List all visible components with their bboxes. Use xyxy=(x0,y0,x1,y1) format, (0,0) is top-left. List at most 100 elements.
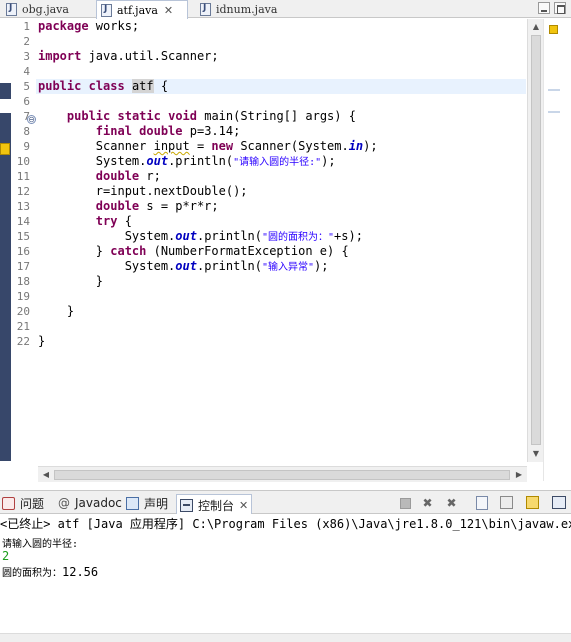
code-token: } xyxy=(66,304,75,318)
remove-launch-icon[interactable]: ✖ xyxy=(420,496,435,511)
code-token: .println( xyxy=(196,229,262,243)
code-token: double xyxy=(95,169,140,183)
code-line-18: } xyxy=(38,274,526,289)
code-token: System. xyxy=(124,229,176,243)
code-token: out xyxy=(175,229,197,243)
code-token: } xyxy=(95,274,104,288)
code-token: Scanner(System. xyxy=(233,139,349,153)
change-marker xyxy=(0,113,11,461)
scroll-lock-icon[interactable] xyxy=(500,496,513,509)
clear-console-icon[interactable] xyxy=(476,496,488,510)
code-editor[interactable]: 1 2 3 4 5 6 7 8 9 10 11 12 13 14 15 16 1… xyxy=(0,19,571,482)
overview-marker[interactable] xyxy=(548,111,560,113)
tab-problems[interactable]: 问题 xyxy=(2,494,44,512)
console-process-label: <已终止> atf [Java 应用程序] C:\Program Files (… xyxy=(0,517,571,531)
tab-label: 问题 xyxy=(20,496,45,511)
console-horizontal-scrollbar[interactable] xyxy=(0,633,571,642)
code-token: public xyxy=(66,109,111,123)
tab-label: 控制台 xyxy=(198,498,235,513)
code-line-3: import java.util.Scanner; xyxy=(38,49,526,64)
editor-horizontal-scrollbar[interactable]: ◀ ▶ xyxy=(38,466,527,482)
code-line-16: } catch (NumberFormatException e) { xyxy=(38,244,526,259)
warning-marker-icon[interactable] xyxy=(549,25,558,34)
code-token: in xyxy=(348,139,364,153)
code-token: public xyxy=(38,79,82,93)
tab-declaration[interactable]: 声明 xyxy=(126,494,168,512)
tab-atf-java[interactable]: atf.java ✕ xyxy=(96,0,188,19)
tab-console[interactable]: 控制台 ✕ xyxy=(176,494,253,515)
code-line-13: double s = p*r*r; xyxy=(38,199,526,214)
fold-toggle-icon[interactable]: ⊖ xyxy=(27,115,36,124)
scroll-up-arrow-icon[interactable]: ▲ xyxy=(530,21,542,33)
code-line-8: final double p=3.14; xyxy=(38,124,526,139)
close-icon[interactable]: ✕ xyxy=(164,4,173,17)
code-token: catch xyxy=(110,244,147,258)
editor-vertical-scrollbar[interactable]: ▲ ▼ xyxy=(527,19,543,462)
code-token: double xyxy=(139,124,183,138)
scroll-right-arrow-icon[interactable]: ▶ xyxy=(513,469,525,481)
console-prompt-line: 请输入圆的半径: xyxy=(2,539,79,550)
code-token: import xyxy=(38,49,82,63)
code-token: (NumberFormatException e) { xyxy=(146,244,349,258)
tab-label: idnum.java xyxy=(216,2,278,16)
code-token: class xyxy=(88,79,125,93)
overview-marker[interactable] xyxy=(548,89,560,91)
maximize-button[interactable] xyxy=(554,2,566,14)
warning-icon[interactable] xyxy=(0,143,10,155)
console-icon xyxy=(180,498,193,512)
tab-idnum-java[interactable]: idnum.java xyxy=(196,0,296,18)
code-token: out xyxy=(146,154,169,168)
tab-obg-java[interactable]: obg.java xyxy=(2,0,92,18)
code-token: package xyxy=(38,19,89,33)
console-output[interactable]: <已终止> atf [Java 应用程序] C:\Program Files (… xyxy=(0,514,571,642)
scroll-left-arrow-icon[interactable]: ◀ xyxy=(40,469,52,481)
code-token: ); xyxy=(314,259,329,273)
scroll-down-arrow-icon[interactable]: ▼ xyxy=(530,448,542,460)
scrollbar-thumb[interactable] xyxy=(531,35,541,445)
java-file-icon xyxy=(101,3,112,17)
code-token: void xyxy=(168,109,197,123)
result-value: 12.56 xyxy=(62,565,99,579)
declaration-icon xyxy=(126,496,139,510)
close-icon[interactable]: ✕ xyxy=(239,499,248,512)
code-token: out xyxy=(175,259,197,273)
console-result-line: 圆的面积为：12.56 xyxy=(2,564,98,579)
tab-javadoc[interactable]: @ Javadoc xyxy=(58,494,122,512)
javadoc-icon: @ xyxy=(58,495,70,510)
code-token: double xyxy=(95,199,140,213)
minimize-button[interactable] xyxy=(538,2,550,14)
code-line-22: } xyxy=(38,334,526,349)
code-token: final xyxy=(95,124,132,138)
code-line-9: Scanner input = new Scanner(System.in); xyxy=(38,139,526,154)
overview-ruler[interactable] xyxy=(543,19,571,481)
tab-label: obg.java xyxy=(22,2,69,16)
code-line-11: double r; xyxy=(38,169,526,184)
terminate-icon[interactable] xyxy=(400,498,411,509)
code-line-12: r=input.nextDouble(); xyxy=(38,184,526,199)
remove-all-terminated-icon[interactable]: ✖ xyxy=(444,496,459,511)
code-text[interactable]: package works; import java.util.Scanner;… xyxy=(36,19,526,349)
scrollbar-thumb[interactable] xyxy=(54,470,510,480)
code-token: r=input.nextDouble(); xyxy=(95,184,248,198)
code-token: atf xyxy=(131,79,154,93)
pin-console-icon[interactable] xyxy=(526,496,539,509)
code-token: ); xyxy=(321,154,336,168)
code-token: System. xyxy=(124,259,176,273)
display-console-icon[interactable] xyxy=(552,496,566,509)
code-token: .println( xyxy=(168,154,234,168)
code-token: try xyxy=(95,214,118,228)
